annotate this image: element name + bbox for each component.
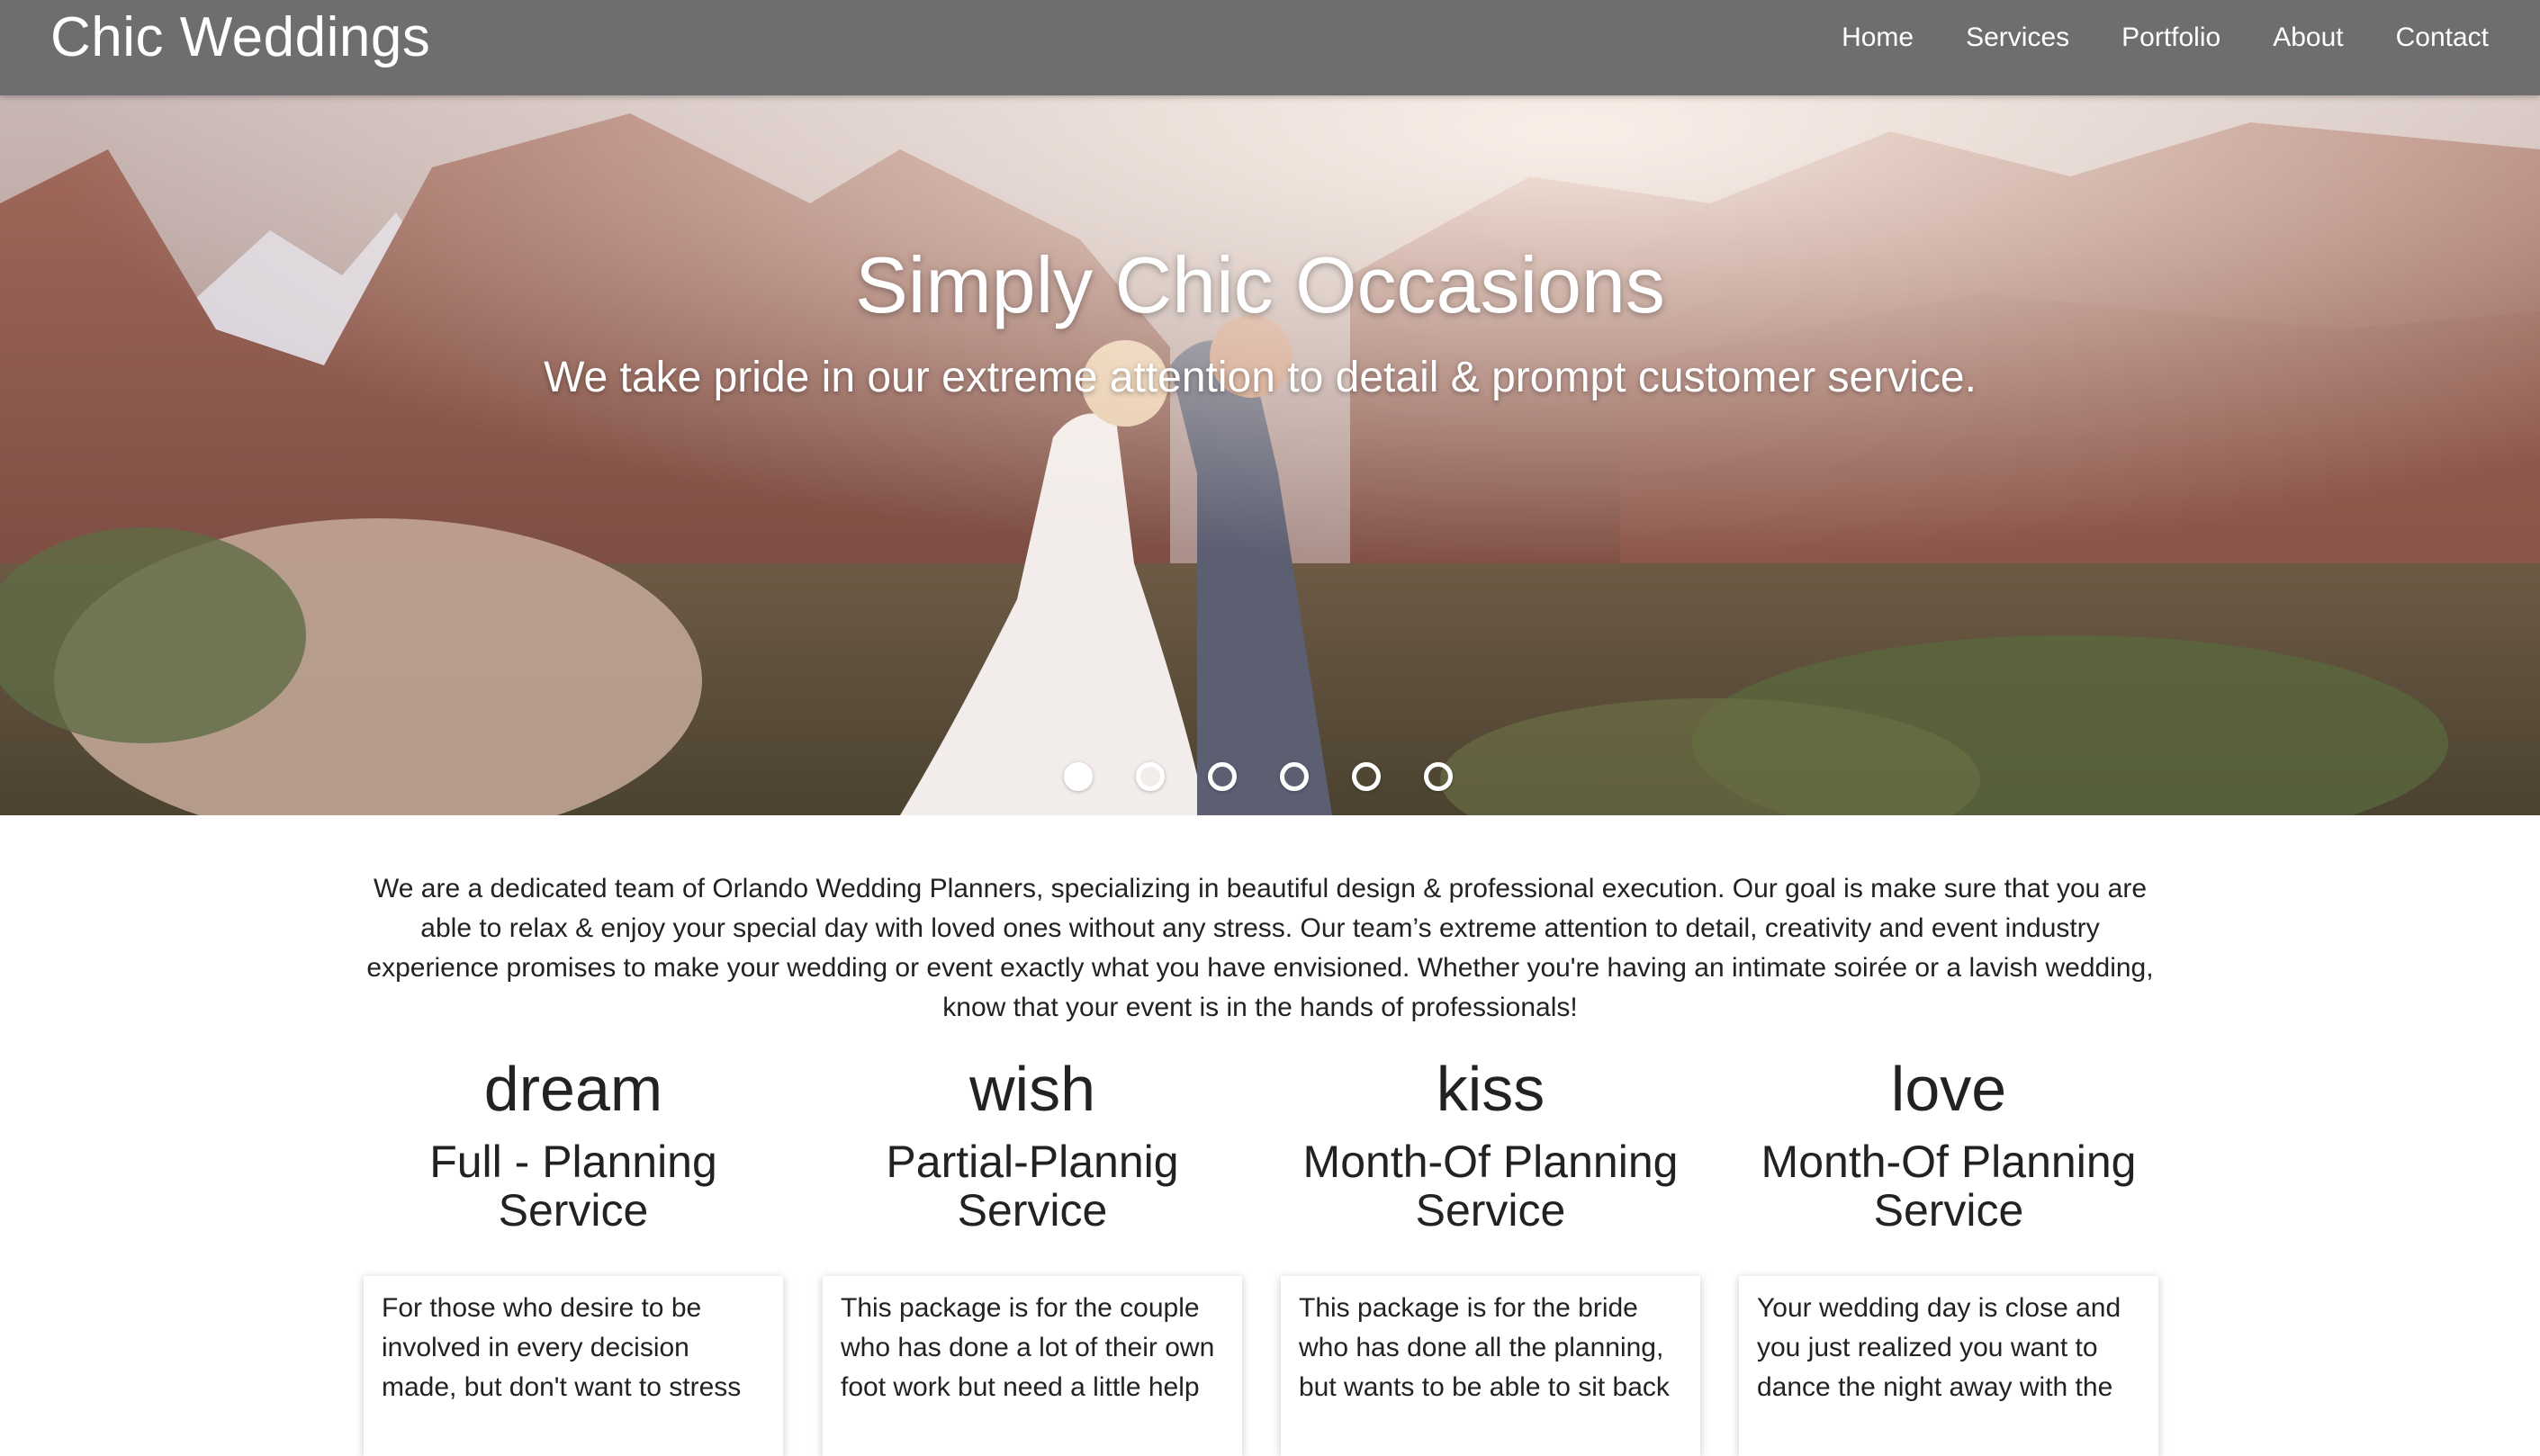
service-column-wish: wish Partial-Plannig Service This packag… [823,1044,1242,1456]
nav-link-portfolio[interactable]: Portfolio [2095,0,2247,76]
hero-subtitle: We take pride in our extreme attention t… [544,354,1977,401]
service-column-love: love Month-Of Planning Service Your wedd… [1739,1044,2158,1456]
nav-menu: Home Services Portfolio About Contact [1815,0,2515,76]
nav-link-services[interactable]: Services [1940,0,2095,76]
carousel-dot-1[interactable] [1064,762,1093,791]
hero-carousel: Simply Chic Occasions We take pride in o… [0,95,2540,815]
brand-logo-link[interactable]: Chic Weddings [50,2,430,74]
service-title: Partial-Plannig Service [886,1137,1179,1236]
carousel-dot-6[interactable] [1424,762,1453,791]
nav-link-about[interactable]: About [2247,0,2369,76]
hero-background-image [0,95,2540,815]
service-word: kiss [1436,1054,1545,1124]
service-word: wish [968,1054,1096,1124]
carousel-dot-5[interactable] [1352,762,1381,791]
carousel-indicators [1064,762,1496,791]
top-navbar: Chic Weddings Home Services Portfolio Ab… [0,0,2540,95]
service-title: Month-Of Planning Service [1761,1137,2137,1236]
services-section: dream Full - Planning Service For those … [0,1044,2540,1456]
service-column-kiss: kiss Month-Of Planning Service This pack… [1281,1044,1700,1456]
service-card: This package is for the bride who has do… [1281,1276,1700,1456]
service-word: love [1890,1054,2007,1124]
service-word: dream [483,1054,663,1124]
carousel-dot-2[interactable] [1136,762,1165,791]
nav-link-contact[interactable]: Contact [2370,0,2515,76]
nav-link-home[interactable]: Home [1815,0,1940,76]
carousel-dot-4[interactable] [1280,762,1309,791]
carousel-dot-3[interactable] [1208,762,1237,791]
intro-paragraph: We are a dedicated team of Orlando Weddi… [366,874,2154,1022]
service-title: Month-Of Planning Service [1302,1137,1679,1236]
service-card: For those who desire to be involved in e… [364,1276,783,1456]
service-title: Full - Planning Service [429,1137,717,1236]
service-card: Your wedding day is close and you just r… [1739,1276,2158,1456]
hero-title: Simply Chic Occasions [855,240,1665,329]
service-card: This package is for the couple who has d… [823,1276,1242,1456]
service-column-dream: dream Full - Planning Service For those … [364,1044,783,1456]
